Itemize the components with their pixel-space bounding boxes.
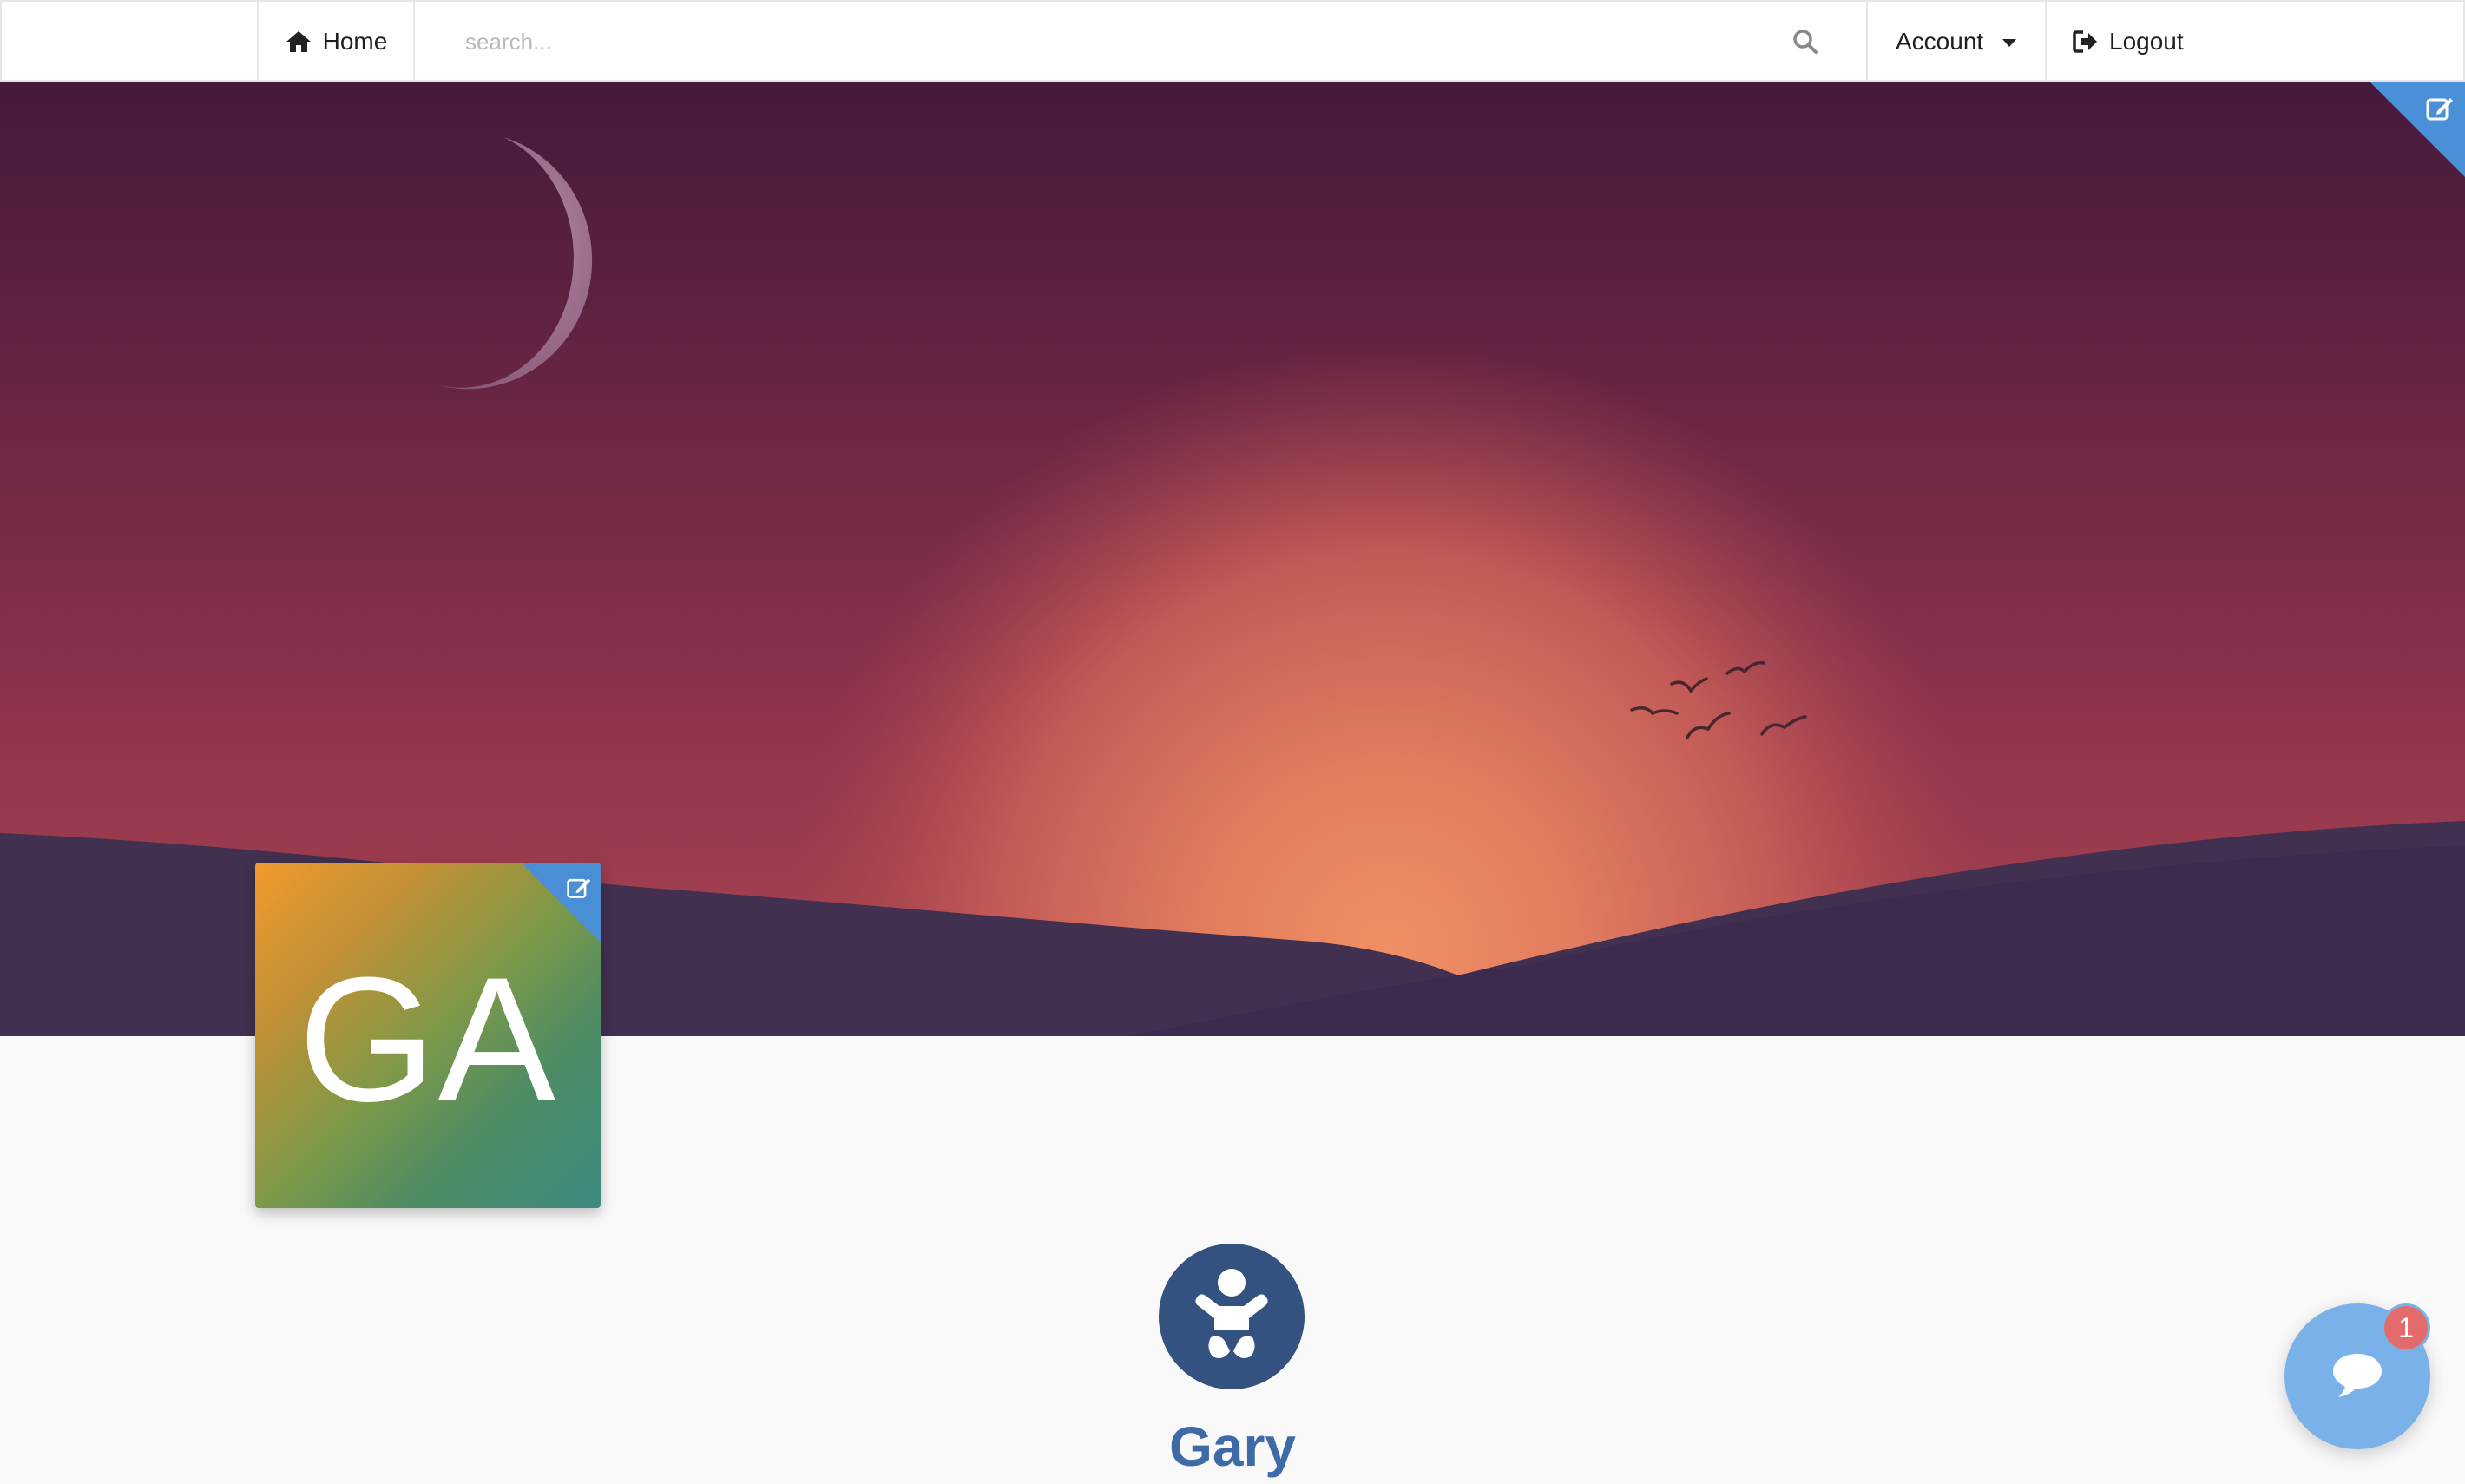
chat-unread-badge: 1 [2382,1303,2430,1352]
comment-icon [2333,1354,2382,1397]
search-icon[interactable] [1791,28,1819,56]
home-icon [286,31,311,52]
home-link[interactable]: Home [257,2,415,82]
search-bar [415,2,1866,82]
home-label: Home [322,28,388,55]
account-dropdown[interactable]: Account [1866,2,2047,82]
edit-avatar-button[interactable] [521,863,601,942]
logout-label: Logout [2109,28,2184,55]
edit-cover-button[interactable] [2370,82,2465,177]
child-icon [1195,1269,1268,1358]
profile-badge [1159,1244,1305,1389]
logout-link[interactable]: Logout [2047,2,2208,82]
edit-icon [567,878,591,898]
profile-name: Gary [1169,1415,1296,1478]
top-navbar: Home Account Logout [0,0,2465,82]
caret-down-icon [2002,38,2017,47]
sign-out-icon [2073,30,2097,53]
avatar-initials: GA [298,940,558,1139]
account-label: Account [1896,28,1984,55]
avatar: GA [255,863,601,1208]
edit-icon [2426,98,2453,121]
search-input[interactable] [465,16,1732,68]
